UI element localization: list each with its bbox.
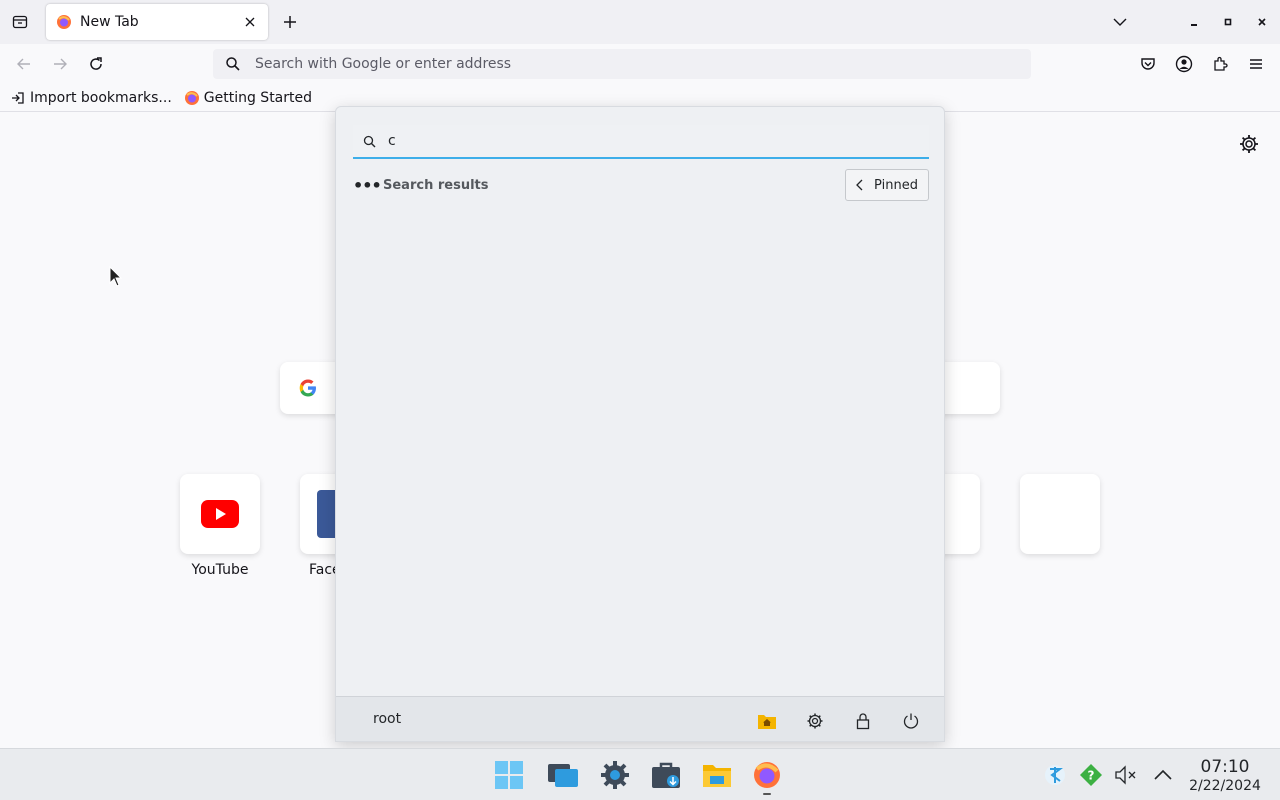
file-manager-icon (703, 765, 731, 787)
power-button[interactable] (899, 709, 923, 733)
window-overview-icon (548, 764, 578, 787)
file-manager-button[interactable] (701, 759, 733, 791)
lock-button[interactable] (851, 709, 875, 733)
minimize-icon (1191, 24, 1197, 26)
firefox-icon (754, 762, 780, 788)
power-icon (903, 713, 919, 729)
lock-icon (856, 713, 870, 730)
home-folder-icon (758, 715, 776, 729)
bookmark-getting-started[interactable]: Getting Started (184, 90, 312, 106)
more-options-icon[interactable]: ••• (353, 176, 382, 195)
forward-button[interactable] (48, 52, 72, 76)
pinned-button[interactable]: Pinned (845, 169, 929, 201)
pocket-button[interactable] (1136, 52, 1160, 76)
launcher-header: ••• Search results Pinned (353, 169, 929, 201)
navigation-toolbar (0, 44, 1280, 84)
discover-store-icon (652, 762, 680, 788)
svg-text:?: ? (1088, 769, 1095, 783)
settings-button[interactable] (803, 709, 827, 733)
kde-connect-tray[interactable] (1043, 763, 1067, 787)
discover-store-button[interactable] (650, 759, 682, 791)
arrow-left-icon (17, 58, 30, 70)
tray-expand-button[interactable] (1151, 763, 1175, 787)
top-site-youtube[interactable] (180, 474, 260, 554)
chevron-up-icon (1154, 769, 1172, 780)
updates-tray[interactable]: ? (1079, 763, 1103, 787)
volume-tray[interactable] (1114, 763, 1138, 787)
new-tab-button[interactable] (278, 10, 302, 34)
reload-icon (90, 57, 102, 70)
kde-connect-icon (1045, 765, 1065, 785)
updates-icon: ? (1080, 764, 1102, 786)
search-results-list (353, 207, 929, 687)
bookmark-label: Import bookmarks... (30, 89, 172, 106)
launcher-search-input[interactable] (388, 133, 888, 149)
firefox-view-button[interactable] (8, 10, 32, 34)
back-button[interactable] (12, 52, 36, 76)
taskbar: ? 07:10 2/22/2024 (0, 748, 1280, 800)
window-overview-button[interactable] (547, 759, 579, 791)
chevron-down-icon (1113, 18, 1127, 26)
address-bar[interactable] (213, 49, 1031, 79)
google-icon (299, 379, 316, 397)
reload-button[interactable] (84, 52, 108, 76)
username: root (373, 711, 402, 727)
close-icon (1258, 18, 1266, 26)
minimize-button[interactable] (1182, 10, 1206, 34)
application-launcher: ••• Search results Pinned root (335, 106, 945, 742)
launcher-search-field[interactable] (353, 125, 929, 159)
extensions-button[interactable] (1208, 52, 1232, 76)
active-window-indicator (763, 793, 771, 795)
volume-muted-icon (1115, 765, 1136, 785)
section-title: Search results (383, 177, 489, 193)
system-settings-button[interactable] (599, 759, 631, 791)
start-menu-icon (495, 761, 523, 789)
clock-date: 2/22/2024 (1189, 778, 1261, 794)
home-folder-button[interactable] (755, 709, 779, 733)
digital-clock[interactable]: 07:10 2/22/2024 (1180, 757, 1270, 795)
puzzle-icon (1214, 56, 1228, 71)
mouse-cursor-icon (109, 266, 123, 287)
bookmark-import[interactable]: Import bookmarks... (10, 90, 172, 106)
top-site-label: YouTube (191, 562, 249, 578)
menu-button[interactable] (1244, 52, 1268, 76)
gear-icon[interactable] (1238, 133, 1260, 155)
pinned-label: Pinned (874, 177, 918, 193)
account-button[interactable] (1172, 52, 1196, 76)
launcher-footer: root (336, 696, 944, 741)
firefox-icon (57, 15, 71, 29)
account-icon (1175, 55, 1193, 73)
firefox-button[interactable] (751, 759, 783, 791)
plus-icon (284, 16, 296, 28)
maximize-button[interactable] (1216, 10, 1240, 34)
settings-icon (807, 713, 823, 729)
start-menu-button[interactable] (493, 759, 525, 791)
address-input[interactable] (255, 56, 955, 72)
arrow-right-icon (54, 58, 67, 70)
import-icon (10, 90, 26, 106)
hamburger-menu-icon (1250, 59, 1262, 69)
pocket-icon (1141, 58, 1155, 70)
list-all-tabs-button[interactable] (1108, 10, 1132, 34)
search-icon (226, 57, 240, 71)
firefox-view-icon (12, 15, 28, 29)
top-site-blank[interactable] (1020, 474, 1100, 554)
maximize-icon (1224, 18, 1232, 26)
chevron-left-icon (856, 179, 864, 191)
clock-time: 07:10 (1200, 757, 1250, 777)
tab-strip: New Tab (0, 0, 1280, 44)
youtube-icon (201, 500, 239, 528)
tab-new-tab[interactable]: New Tab (46, 4, 268, 40)
tab-title: New Tab (80, 14, 139, 30)
close-window-button[interactable] (1250, 10, 1274, 34)
search-icon (363, 135, 376, 147)
close-icon[interactable] (242, 14, 258, 30)
system-settings-icon (601, 761, 629, 789)
bookmark-label: Getting Started (203, 89, 313, 106)
firefox-icon (184, 90, 200, 106)
